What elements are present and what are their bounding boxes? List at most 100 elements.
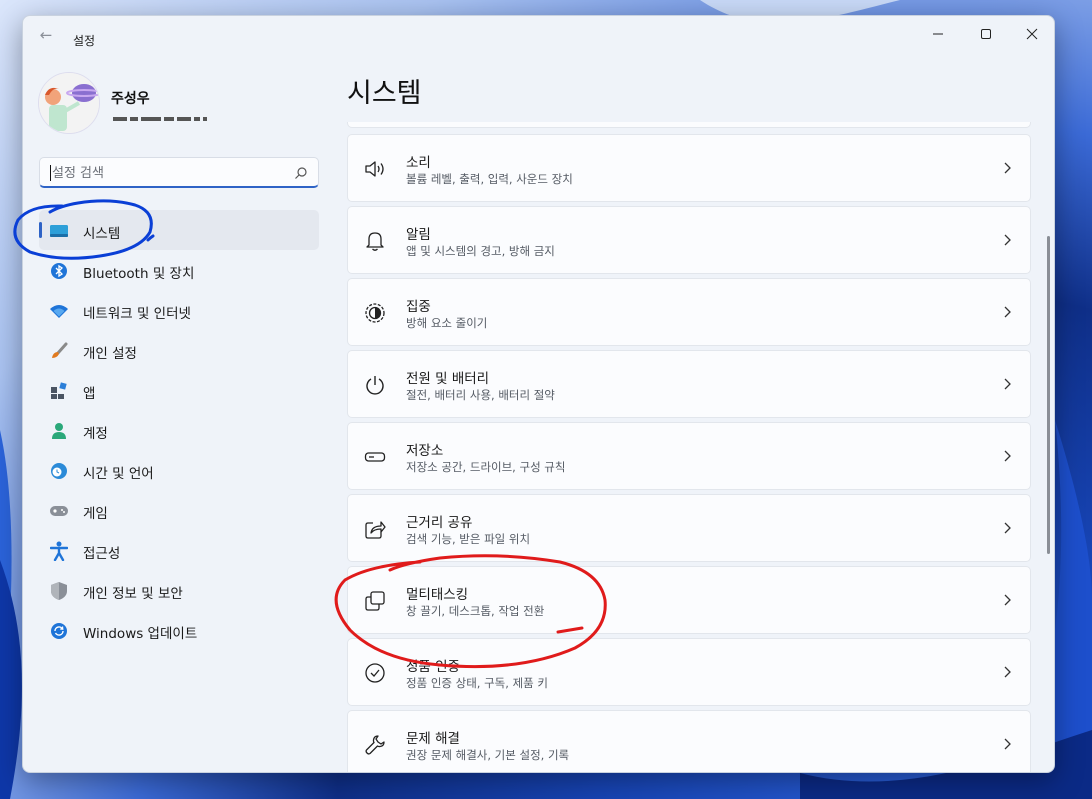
search-icon[interactable] xyxy=(294,166,308,180)
chevron-right-icon xyxy=(1004,306,1011,318)
sidebar-item-label: 시간 및 언어 xyxy=(83,466,154,482)
chevron-right-icon xyxy=(1004,522,1011,534)
avatar[interactable] xyxy=(38,72,100,134)
user-name: 주성우 xyxy=(111,91,150,107)
user-email-redacted xyxy=(113,108,231,121)
wrench-icon xyxy=(364,734,386,756)
card-title: 집중 xyxy=(406,299,431,315)
multitask-icon xyxy=(364,590,386,612)
sidebar-item-gaming[interactable]: 게임 xyxy=(39,490,319,530)
storage-icon xyxy=(364,446,386,468)
card-title: 알림 xyxy=(406,227,431,243)
card-title: 정품 인증 xyxy=(406,659,460,675)
minimize-icon xyxy=(933,33,943,35)
sidebar-nav: 시스템 Bluetooth 및 장치 네트워크 및 인터넷 개인 설정 앱 계정… xyxy=(39,210,319,650)
brush-icon xyxy=(49,341,69,361)
power-icon xyxy=(364,374,386,396)
avatar-image xyxy=(39,73,99,133)
sidebar-item-network[interactable]: 네트워크 및 인터넷 xyxy=(39,290,319,330)
settings-card-notifications[interactable]: 알림 앱 및 시스템의 경고, 방해 금지 xyxy=(347,206,1031,274)
close-icon xyxy=(1026,28,1038,40)
settings-card-activation[interactable]: 정품 인증 정품 인증 상태, 구독, 제품 키 xyxy=(347,638,1031,706)
sidebar-item-apps[interactable]: 앱 xyxy=(39,370,319,410)
settings-card-power[interactable]: 전원 및 배터리 절전, 배터리 사용, 배터리 절약 xyxy=(347,350,1031,418)
sidebar-item-label: 개인 정보 및 보안 xyxy=(83,586,183,602)
accessibility-icon xyxy=(49,541,69,561)
focus-icon xyxy=(364,302,386,324)
card-title: 멀티태스킹 xyxy=(406,587,469,603)
settings-card-troubleshoot[interactable]: 문제 해결 권장 문제 해결사, 기본 설정, 기록 xyxy=(347,710,1031,772)
title-bar: ← 설정 xyxy=(23,16,1054,50)
chevron-right-icon xyxy=(1004,594,1011,606)
app-title: 설정 xyxy=(73,34,96,48)
bluetooth-icon xyxy=(49,261,69,281)
minimize-button[interactable] xyxy=(915,20,961,48)
sidebar-item-label: 네트워크 및 인터넷 xyxy=(83,306,191,322)
chevron-right-icon xyxy=(1004,738,1011,750)
sidebar-item-label: 계정 xyxy=(83,426,108,442)
sidebar-item-label: Bluetooth 및 장치 xyxy=(83,266,195,282)
settings-card-partial[interactable] xyxy=(347,122,1031,128)
shield-icon xyxy=(49,581,69,601)
share-icon xyxy=(364,518,386,540)
sidebar-item-privacy[interactable]: 개인 정보 및 보안 xyxy=(39,570,319,610)
card-subtitle: 저장소 공간, 드라이브, 구성 규칙 xyxy=(406,460,566,474)
card-subtitle: 방해 요소 줄이기 xyxy=(406,316,488,330)
chevron-right-icon xyxy=(1004,666,1011,678)
gamepad-icon xyxy=(49,501,69,521)
sidebar-item-windows-update[interactable]: Windows 업데이트 xyxy=(39,610,319,650)
scrollbar-thumb[interactable] xyxy=(1047,236,1050,554)
card-subtitle: 앱 및 시스템의 경고, 방해 금지 xyxy=(406,244,555,258)
sidebar-item-accessibility[interactable]: 접근성 xyxy=(39,530,319,570)
settings-card-nearby-sharing[interactable]: 근거리 공유 검색 기능, 받은 파일 위치 xyxy=(347,494,1031,562)
text-caret xyxy=(50,165,51,181)
speaker-icon xyxy=(364,158,386,180)
wifi-icon xyxy=(49,301,69,321)
bell-icon xyxy=(364,230,386,252)
sidebar-item-label: 개인 설정 xyxy=(83,346,137,362)
search-box[interactable] xyxy=(39,157,319,188)
card-subtitle: 볼륨 레벨, 출력, 입력, 사운드 장치 xyxy=(406,172,573,186)
maximize-button[interactable] xyxy=(963,20,1009,48)
sidebar-item-system[interactable]: 시스템 xyxy=(39,210,319,250)
sidebar-item-label: 게임 xyxy=(83,506,108,522)
sidebar-item-time-language[interactable]: 시간 및 언어 xyxy=(39,450,319,490)
chevron-right-icon xyxy=(1004,378,1011,390)
card-subtitle: 창 끌기, 데스크톱, 작업 전환 xyxy=(406,604,545,618)
chevron-right-icon xyxy=(1004,450,1011,462)
chevron-right-icon xyxy=(1004,234,1011,246)
settings-card-storage[interactable]: 저장소 저장소 공간, 드라이브, 구성 규칙 xyxy=(347,422,1031,490)
sidebar-item-label: 접근성 xyxy=(83,546,121,562)
sidebar-item-label: 시스템 xyxy=(83,226,121,242)
sidebar-item-label: Windows 업데이트 xyxy=(83,626,198,642)
apps-icon xyxy=(49,381,69,401)
card-subtitle: 절전, 배터리 사용, 배터리 절약 xyxy=(406,388,555,402)
card-subtitle: 정품 인증 상태, 구독, 제품 키 xyxy=(406,676,548,690)
selection-indicator xyxy=(39,222,42,238)
chevron-right-icon xyxy=(1004,162,1011,174)
settings-card-focus[interactable]: 집중 방해 요소 줄이기 xyxy=(347,278,1031,346)
card-title: 문제 해결 xyxy=(406,731,460,747)
card-title: 저장소 xyxy=(406,443,444,459)
card-title: 소리 xyxy=(406,155,431,171)
card-subtitle: 권장 문제 해결사, 기본 설정, 기록 xyxy=(406,748,570,762)
sidebar-item-accounts[interactable]: 계정 xyxy=(39,410,319,450)
settings-window: ← 설정 주성우 설정 검색 시스템 Bluetooth 및 장치 네트워크 및… xyxy=(22,15,1055,773)
sidebar-item-personalization[interactable]: 개인 설정 xyxy=(39,330,319,370)
close-button[interactable] xyxy=(1009,20,1054,48)
back-button[interactable]: ← xyxy=(35,26,57,46)
settings-list: 소리 볼륨 레벨, 출력, 입력, 사운드 장치 알림 앱 및 시스템의 경고,… xyxy=(347,122,1032,772)
page-title: 시스템 xyxy=(347,78,422,109)
settings-card-multitasking[interactable]: 멀티태스킹 창 끌기, 데스크톱, 작업 전환 xyxy=(347,566,1031,634)
system-icon xyxy=(49,221,69,241)
account-icon xyxy=(49,421,69,441)
globe-clock-icon xyxy=(49,461,69,481)
search-input[interactable] xyxy=(52,164,282,182)
activation-icon xyxy=(364,662,386,684)
maximize-icon xyxy=(981,29,991,39)
update-icon xyxy=(49,621,69,641)
card-title: 근거리 공유 xyxy=(406,515,473,531)
card-title: 전원 및 배터리 xyxy=(406,371,490,387)
settings-card-sound[interactable]: 소리 볼륨 레벨, 출력, 입력, 사운드 장치 xyxy=(347,134,1031,202)
sidebar-item-bluetooth[interactable]: Bluetooth 및 장치 xyxy=(39,250,319,290)
